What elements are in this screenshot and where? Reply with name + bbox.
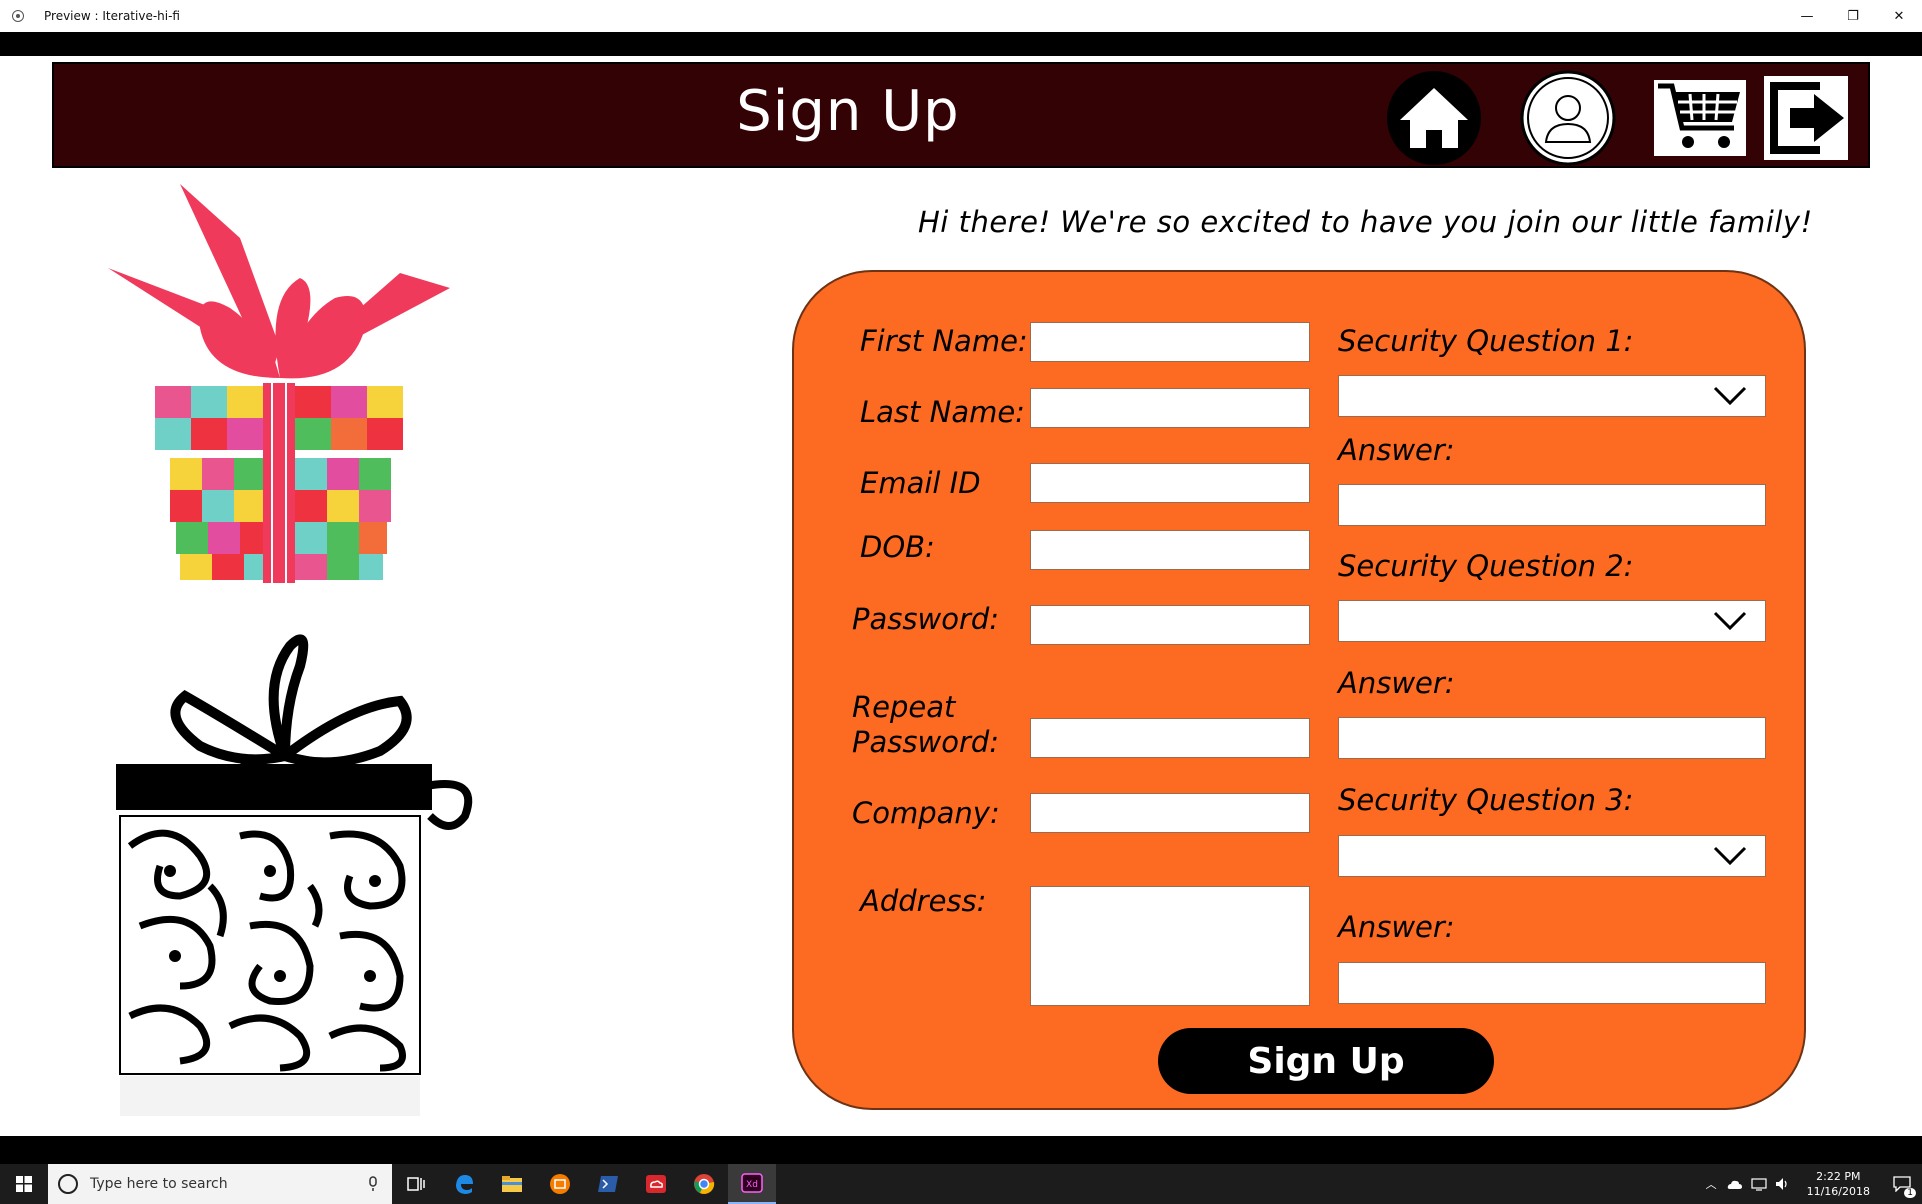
svg-text:Xd: Xd (746, 1180, 758, 1190)
task-view-icon (407, 1177, 425, 1191)
chevron-down-icon (1713, 611, 1747, 631)
taskbar-row: Type here to search Xd ︿ 2:22 PM 11/16/2… (0, 1164, 1922, 1204)
logout-icon (1764, 76, 1848, 160)
first-name-input[interactable] (1030, 322, 1310, 362)
restore-button[interactable]: ❐ (1830, 0, 1876, 32)
patterned-gift-icon (116, 634, 473, 1116)
dob-input[interactable] (1030, 530, 1310, 570)
windows-icon (16, 1176, 32, 1192)
clock-time: 2:22 PM (1816, 1170, 1861, 1183)
address-label: Address: (860, 884, 987, 918)
clock-date: 11/16/2018 (1806, 1185, 1870, 1198)
taskbar-search[interactable]: Type here to search (48, 1164, 392, 1204)
clock[interactable]: 2:22 PM 11/16/2018 (1807, 1169, 1870, 1199)
security-question-1-label: Security Question 1: (1338, 324, 1634, 358)
cart-button[interactable] (1652, 70, 1748, 166)
profile-icon (1520, 70, 1616, 166)
last-name-input[interactable] (1030, 388, 1310, 428)
creative-cloud-app[interactable] (632, 1164, 680, 1204)
search-placeholder: Type here to search (90, 1176, 228, 1192)
file-explorer-app[interactable] (488, 1164, 536, 1204)
folder-icon (502, 1176, 522, 1192)
security-question-2-label: Security Question 2: (1338, 549, 1634, 583)
powershell-app[interactable] (584, 1164, 632, 1204)
media-app[interactable] (536, 1164, 584, 1204)
security-question-1-select[interactable] (1338, 375, 1766, 417)
adobe-xd-icon: Xd (741, 1173, 763, 1193)
media-app-icon (550, 1174, 570, 1194)
window-title: Preview : Iterative-hi-fi (44, 9, 180, 23)
repeat-password-label-line1: Repeat (852, 690, 956, 724)
preview-bottom-strip (0, 1136, 1922, 1164)
logout-button[interactable] (1760, 70, 1856, 166)
chrome-app[interactable] (680, 1164, 728, 1204)
notification-count: 1 (1904, 1188, 1916, 1198)
answer-2-label: Answer: (1338, 666, 1455, 700)
answer-2-input[interactable] (1338, 717, 1766, 759)
first-name-label: First Name: (860, 324, 1028, 358)
company-label: Company: (852, 796, 1000, 830)
password-input[interactable] (1030, 605, 1310, 645)
security-question-3-select[interactable] (1338, 835, 1766, 877)
minimize-button[interactable]: — (1784, 0, 1830, 32)
cortana-icon (58, 1174, 78, 1194)
answer-1-input[interactable] (1338, 484, 1766, 526)
task-view-button[interactable] (392, 1164, 440, 1204)
edge-app[interactable] (440, 1164, 488, 1204)
onedrive-icon[interactable] (1727, 1178, 1743, 1190)
start-button[interactable] (0, 1164, 48, 1204)
sign-up-button[interactable]: Sign Up (1158, 1028, 1494, 1094)
password-label: Password: (852, 602, 1000, 636)
creative-cloud-icon (646, 1175, 666, 1193)
company-input[interactable] (1030, 793, 1310, 833)
header-bar: Sign Up (52, 62, 1870, 168)
repeat-password-label-line2: Password: (852, 725, 1000, 759)
email-input[interactable] (1030, 463, 1310, 503)
network-icon[interactable] (1750, 1177, 1767, 1191)
chevron-up-icon[interactable]: ︿ (1706, 1176, 1717, 1192)
answer-1-label: Answer: (1338, 433, 1455, 467)
window-controls: — ❐ ✕ (1784, 0, 1922, 32)
action-center-button[interactable]: 1 (1882, 1164, 1922, 1204)
adobe-xd-app[interactable]: Xd (728, 1164, 776, 1204)
volume-icon[interactable] (1775, 1177, 1791, 1191)
dob-label: DOB: (860, 530, 935, 564)
chevron-down-icon (1713, 386, 1747, 406)
chrome-icon (694, 1174, 715, 1194)
edge-icon (456, 1175, 473, 1194)
chevron-down-icon (1713, 846, 1747, 866)
answer-3-input[interactable] (1338, 962, 1766, 1004)
microphone-icon[interactable] (368, 1176, 378, 1192)
cart-icon (1654, 80, 1746, 156)
home-icon (1387, 71, 1481, 165)
colorful-gift-icon (108, 184, 450, 583)
powershell-icon (598, 1176, 618, 1192)
address-textarea[interactable] (1030, 886, 1310, 1006)
profile-button[interactable] (1520, 70, 1616, 166)
security-question-3-label: Security Question 3: (1338, 783, 1634, 817)
preview-top-strip (0, 32, 1922, 56)
app-icon (12, 10, 24, 22)
answer-3-label: Answer: (1338, 910, 1455, 944)
close-button[interactable]: ✕ (1876, 0, 1922, 32)
repeat-password-input[interactable] (1030, 718, 1310, 758)
window-titlebar: Preview : Iterative-hi-fi — ❐ ✕ (0, 0, 1922, 32)
security-question-2-select[interactable] (1338, 600, 1766, 642)
email-label: Email ID (860, 466, 981, 500)
taskbar: Type here to search Xd ︿ 2:22 PM 11/16/2… (0, 1136, 1922, 1204)
last-name-label: Last Name: (860, 395, 1025, 429)
home-button[interactable] (1386, 70, 1482, 166)
greeting-text: Hi there! We're so excited to have you j… (918, 205, 1813, 239)
system-tray: ︿ 2:22 PM 11/16/2018 1 (1700, 1164, 1922, 1204)
